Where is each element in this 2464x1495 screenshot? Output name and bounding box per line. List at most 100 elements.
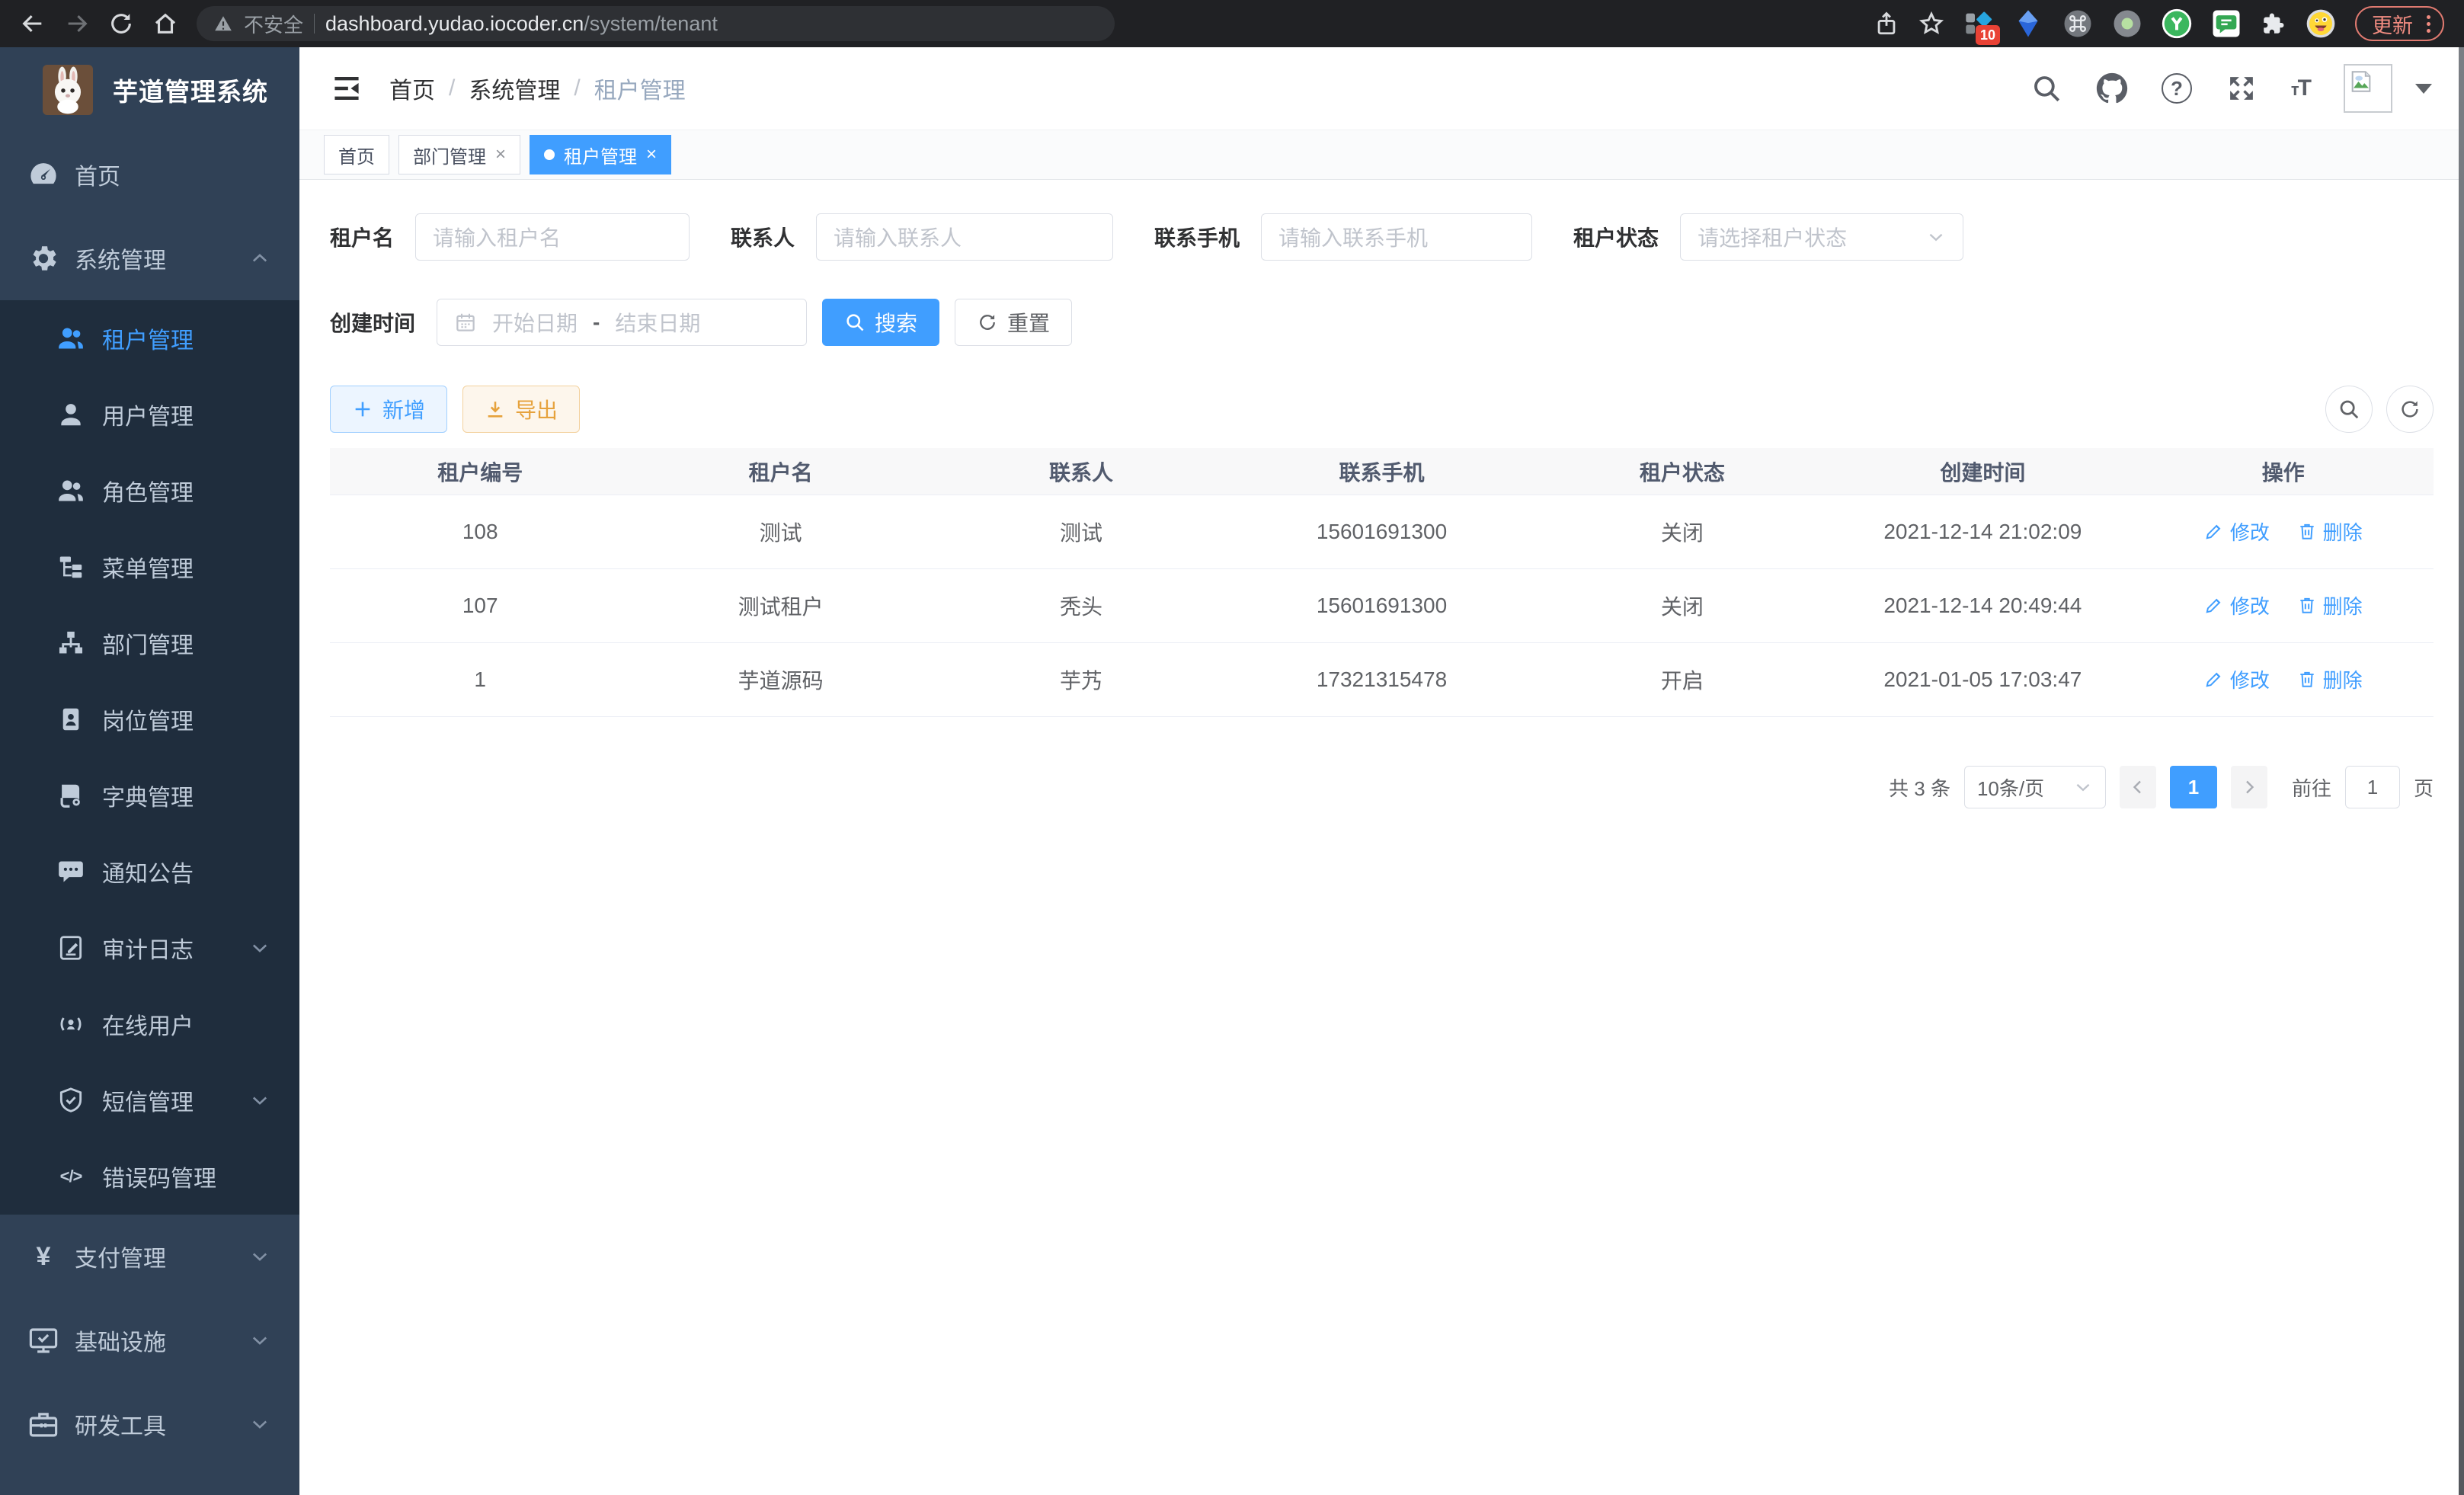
table-header: 租户编号 租户名 联系人 联系手机 租户状态 创建时间 操作: [330, 448, 2434, 495]
next-page-button[interactable]: [2231, 766, 2267, 808]
puzzle-icon[interactable]: [2261, 11, 2286, 37]
table-toolbar: 新增 导出: [330, 386, 2434, 433]
edit-link[interactable]: 修改: [2204, 517, 2270, 546]
sidebar-item-tenant[interactable]: 租户管理: [0, 300, 299, 376]
breadcrumb-system[interactable]: 系统管理: [469, 72, 560, 105]
topbar-icons: ? тT: [2030, 64, 2432, 113]
back-icon[interactable]: [20, 11, 46, 37]
font-size-icon[interactable]: тT: [2291, 75, 2310, 101]
command-circle-icon[interactable]: [2062, 8, 2093, 39]
caret-down-icon[interactable]: [2415, 84, 2432, 94]
sidebar-item-audit-log[interactable]: 审计日志: [0, 910, 299, 986]
tab-dept[interactable]: 部门管理 ×: [398, 135, 520, 174]
security-label[interactable]: 不安全: [244, 10, 303, 38]
chevron-up-icon: [249, 248, 270, 269]
sidebar-item-system[interactable]: 系统管理: [0, 216, 299, 300]
chevron-down-icon: [249, 1246, 270, 1267]
dot-circle-icon[interactable]: [2112, 8, 2142, 39]
y-logo-icon[interactable]: [2162, 8, 2192, 39]
mobile-input[interactable]: 请输入联系手机: [1261, 213, 1532, 261]
sidebar-item-user[interactable]: 用户管理: [0, 376, 299, 453]
goto-page-input[interactable]: 1: [2345, 766, 2400, 808]
kite-icon[interactable]: [2013, 8, 2043, 39]
export-button[interactable]: 导出: [462, 386, 580, 433]
delete-link[interactable]: 删除: [2297, 591, 2363, 619]
home-icon[interactable]: [152, 11, 178, 37]
users-icon: [56, 324, 85, 353]
delete-link[interactable]: 删除: [2297, 665, 2363, 693]
sitemap-icon: [56, 629, 85, 658]
edit-link[interactable]: 修改: [2204, 591, 2270, 619]
page-content: 租户名 请输入租户名 联系人 请输入联系人 联系手机: [299, 180, 2464, 1495]
address-divider: [314, 14, 315, 34]
search-button[interactable]: 搜索: [822, 299, 939, 346]
yen-icon: ¥: [27, 1240, 59, 1273]
filter-row-1: 租户名 请输入租户名 联系人 请输入联系人 联系手机: [330, 213, 2434, 261]
sidebar-item-post[interactable]: 岗位管理: [0, 681, 299, 757]
prev-page-button[interactable]: [2120, 766, 2156, 808]
sidebar-item-infra[interactable]: 基础设施: [0, 1298, 299, 1382]
tenant-name-label: 租户名: [330, 222, 394, 252]
delete-link[interactable]: 删除: [2297, 517, 2363, 546]
help-icon[interactable]: ?: [2162, 73, 2192, 104]
tab-home[interactable]: 首页: [324, 135, 389, 174]
chevron-down-icon: [2073, 777, 2093, 797]
contact-input[interactable]: 请输入联系人: [816, 213, 1113, 261]
sidebar-item-dict[interactable]: 字典管理: [0, 757, 299, 834]
show-search-button[interactable]: [2325, 386, 2373, 433]
extension-badge-icon[interactable]: 10: [1963, 8, 1994, 39]
warning-icon: [213, 14, 233, 34]
reload-icon[interactable]: [108, 11, 134, 37]
contact-label: 联系人: [731, 222, 795, 252]
sidebar-item-notice[interactable]: 通知公告: [0, 834, 299, 910]
sidebar-item-error-code[interactable]: </> 错误码管理: [0, 1138, 299, 1215]
calendar-icon: [454, 311, 477, 334]
tree-icon: [56, 552, 85, 581]
pagination-total: 共 3 条: [1889, 773, 1950, 802]
tab-tenant[interactable]: 租户管理 ×: [530, 135, 671, 174]
address-bar[interactable]: 不安全 dashboard.yudao.iocoder.cn/system/te…: [197, 6, 1115, 41]
sidebar-item-menu[interactable]: 菜单管理: [0, 529, 299, 605]
app-logo-row[interactable]: 芋道管理系统: [0, 47, 299, 133]
active-tab-dot: [544, 149, 555, 160]
sidebar-item-role[interactable]: 角色管理: [0, 453, 299, 529]
page-size-select[interactable]: 10条/页: [1964, 766, 2106, 808]
chevron-down-icon: [249, 1090, 270, 1111]
fullscreen-icon[interactable]: [2226, 72, 2258, 104]
update-button[interactable]: 更新: [2355, 6, 2444, 41]
sidebar-item-devtool[interactable]: 研发工具: [0, 1382, 299, 1466]
date-range-picker[interactable]: 开始日期 - 结束日期: [437, 299, 807, 346]
toolbox-icon: [27, 1408, 59, 1440]
status-select[interactable]: 请选择租户状态: [1680, 213, 1963, 261]
close-icon[interactable]: ×: [495, 146, 506, 164]
breadcrumb-current: 租户管理: [594, 72, 686, 105]
sidebar-item-sms[interactable]: 短信管理: [0, 1062, 299, 1138]
refresh-table-button[interactable]: [2386, 386, 2434, 433]
emoji-icon[interactable]: [2306, 8, 2336, 39]
table-row: 1 芋道源码 芋艿 17321315478 开启 2021-01-05 17:0…: [330, 643, 2434, 717]
forward-icon[interactable]: [64, 11, 90, 37]
chat-icon[interactable]: [2211, 8, 2242, 39]
breadcrumb-home[interactable]: 首页: [389, 72, 435, 105]
kebab-menu-icon[interactable]: [2424, 12, 2434, 36]
avatar[interactable]: [2344, 64, 2392, 113]
edit-link[interactable]: 修改: [2204, 665, 2270, 693]
main-area: 首页 / 系统管理 / 租户管理 ? тT 首页: [299, 47, 2464, 1495]
sidebar-item-dept[interactable]: 部门管理: [0, 605, 299, 681]
current-page-button[interactable]: 1: [2170, 766, 2217, 808]
star-icon[interactable]: [1918, 11, 1944, 37]
add-button[interactable]: 新增: [330, 386, 447, 433]
sidebar-item-pay[interactable]: ¥ 支付管理: [0, 1215, 299, 1298]
window-edge-scrollbar[interactable]: [2459, 47, 2464, 1495]
close-icon[interactable]: ×: [646, 146, 657, 164]
reset-button[interactable]: 重置: [955, 299, 1072, 346]
collapse-sidebar-icon[interactable]: [330, 72, 363, 105]
sidebar-item-home[interactable]: 首页: [0, 133, 299, 216]
share-icon[interactable]: [1874, 11, 1899, 37]
sidebar-item-online-user[interactable]: 在线用户: [0, 986, 299, 1062]
search-icon[interactable]: [2030, 72, 2062, 104]
goto-label: 前往: [2292, 773, 2331, 802]
app-title: 芋道管理系统: [113, 72, 268, 108]
tenant-name-input[interactable]: 请输入租户名: [415, 213, 690, 261]
github-icon[interactable]: [2096, 72, 2128, 104]
